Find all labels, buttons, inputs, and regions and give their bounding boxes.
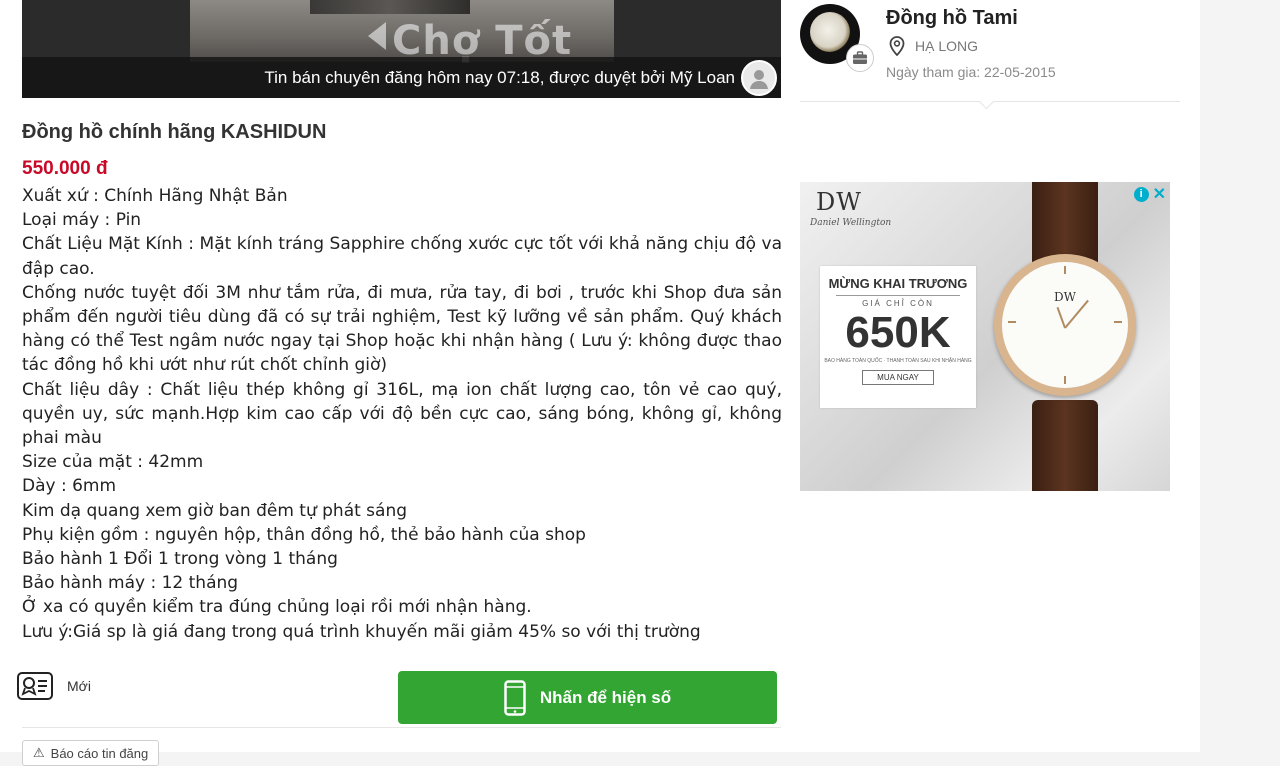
seller-avatar-image xyxy=(810,12,850,52)
ad-promo-box: MỪNG KHAI TRƯƠNG GIÁ CHỈ CÒN 650K BAO HÀ… xyxy=(820,266,976,408)
ad-info-icon[interactable]: i xyxy=(1133,186,1149,202)
seller-name[interactable]: Đồng hồ Tami xyxy=(886,7,1018,30)
description-line: Dày : 6mm xyxy=(22,476,117,497)
description-line: Lưu ý:Giá sp là giá đang trong quá trình… xyxy=(22,621,701,642)
ad-rule xyxy=(836,295,960,296)
condition-card-icon xyxy=(17,672,53,700)
item-condition: Mới xyxy=(17,672,91,700)
moderator-avatar xyxy=(741,59,777,96)
description-line: Chất Liệu Mặt Kính : Mặt kính tráng Sapp… xyxy=(22,234,782,279)
watch-dial: DW xyxy=(1002,262,1128,388)
description-line: Size của mặt : 42mm xyxy=(22,452,204,473)
ad-controls: i ✕ xyxy=(1133,184,1166,204)
briefcase-icon xyxy=(853,51,867,64)
divider xyxy=(22,727,781,728)
description-line: Chất liệu dây : Chất liệu thép không gỉ … xyxy=(22,379,782,449)
product-photo: Chợ Tốt xyxy=(190,0,614,64)
description-line: Ở xa có quyền kiểm tra đúng chủng loại r… xyxy=(22,597,532,618)
ad-fine-print: BAO HÀNG TOÀN QUỐC · THANH TOÁN SAU KHI … xyxy=(824,358,972,364)
ad-price: 650K xyxy=(845,308,951,357)
watch-minute-hand xyxy=(1064,299,1089,329)
watch-case: DW xyxy=(994,254,1136,396)
listing-description: Xuất xứ : Chính Hãng Nhật Bản Loại máy :… xyxy=(22,184,782,644)
watermark-arrow-icon xyxy=(368,22,386,50)
listing-image-gallery[interactable]: Chợ Tốt Tin bán chuyên đăng hôm nay 07:1… xyxy=(22,0,781,98)
show-phone-button[interactable]: Nhấn để hiện số xyxy=(398,671,777,724)
phone-icon xyxy=(504,679,526,716)
image-caption-bar: Tin bán chuyên đăng hôm nay 07:18, được … xyxy=(22,57,781,98)
dial-marker xyxy=(1064,376,1066,384)
ad-close-icon[interactable]: ✕ xyxy=(1153,184,1166,204)
ad-headline: MỪNG KHAI TRƯƠNG xyxy=(828,276,968,291)
shop-badge xyxy=(846,44,874,72)
dial-marker xyxy=(1008,321,1016,323)
post-approval-caption: Tin bán chuyên đăng hôm nay 07:18, được … xyxy=(264,67,735,87)
watch-band-photo xyxy=(310,0,470,14)
advertisement-banner[interactable]: DW Daniel Wellington i ✕ MỪNG KHAI TRƯƠN… xyxy=(800,182,1170,491)
person-icon xyxy=(750,69,768,89)
report-label: Báo cáo tin đăng xyxy=(50,745,149,761)
ad-buy-button[interactable]: MUA NGAY xyxy=(862,370,934,385)
ad-brand-name: Daniel Wellington xyxy=(810,218,892,228)
show-phone-label: Nhấn để hiện số xyxy=(539,687,672,707)
seller-location: HẠ LONG xyxy=(889,36,978,56)
dial-marker xyxy=(1114,321,1122,323)
description-line: Phụ kiện gồm : nguyên hộp, thân đồng hồ,… xyxy=(22,524,586,545)
seller-divider-notch xyxy=(978,93,995,110)
listing-title: Đồng hồ chính hãng KASHIDUN xyxy=(22,121,327,143)
seller-join-date: Ngày tham gia: 22-05-2015 xyxy=(886,64,1056,80)
condition-label: Mới xyxy=(67,678,91,694)
warning-icon: ⚠ xyxy=(33,745,45,760)
description-line: Bảo hành 1 Đổi 1 trong vòng 1 tháng xyxy=(22,549,338,570)
watch-strap-bottom xyxy=(1032,400,1098,491)
listing-price: 550.000 đ xyxy=(22,158,108,179)
description-line: Kim dạ quang xem giờ ban đêm tự phát sán… xyxy=(22,500,408,521)
description-line: Chống nước tuyệt đối 3M như tắm rửa, đi … xyxy=(22,282,782,376)
description-line: Loại máy : Pin xyxy=(22,210,142,231)
location-pin-icon xyxy=(889,36,905,56)
description-line: Bảo hành máy : 12 tháng xyxy=(22,573,239,594)
description-line: Xuất xứ : Chính Hãng Nhật Bản xyxy=(22,186,288,206)
dial-marker xyxy=(1064,266,1066,274)
report-listing-button[interactable]: ⚠ Báo cáo tin đăng xyxy=(22,740,160,766)
seller-location-label: HẠ LONG xyxy=(915,38,979,54)
ad-subheadline: GIÁ CHỈ CÒN xyxy=(862,299,934,308)
watch-dial-brand: DW xyxy=(1054,290,1076,304)
listing-card: Chợ Tốt Tin bán chuyên đăng hôm nay 07:1… xyxy=(0,0,1200,766)
ad-brand-logo: DW xyxy=(816,188,862,216)
